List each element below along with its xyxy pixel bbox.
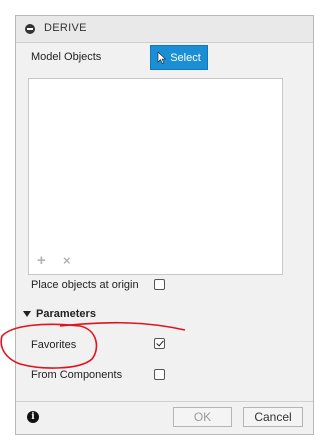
- from-components-label: From Components: [31, 369, 123, 381]
- title-bar: DERIVE: [16, 16, 313, 43]
- select-label: Select: [170, 51, 201, 64]
- favorites-checkbox[interactable]: [154, 338, 165, 349]
- ok-button[interactable]: OK: [173, 407, 232, 427]
- from-components-checkbox[interactable]: [154, 369, 165, 380]
- triangle-down-icon: [23, 311, 31, 317]
- derive-dialog: DERIVE Model Objects Select + × Place ob…: [15, 15, 314, 435]
- dialog-title: DERIVE: [44, 22, 87, 34]
- cancel-button[interactable]: Cancel: [243, 407, 303, 427]
- info-icon[interactable]: i: [27, 411, 39, 423]
- parameters-header[interactable]: Parameters: [23, 308, 96, 320]
- place-objects-label: Place objects at origin: [31, 279, 139, 291]
- model-objects-label: Model Objects: [31, 51, 102, 63]
- collapse-icon[interactable]: [25, 24, 35, 34]
- plus-icon[interactable]: +: [37, 253, 46, 268]
- parameters-label: Parameters: [36, 308, 96, 320]
- model-objects-list[interactable]: + ×: [28, 78, 283, 275]
- place-objects-checkbox[interactable]: [154, 279, 165, 290]
- cursor-icon: [157, 51, 167, 64]
- favorites-label: Favorites: [31, 339, 77, 351]
- close-icon[interactable]: ×: [63, 253, 71, 268]
- dialog-footer: i OK Cancel: [16, 401, 313, 434]
- select-button[interactable]: Select: [150, 45, 208, 70]
